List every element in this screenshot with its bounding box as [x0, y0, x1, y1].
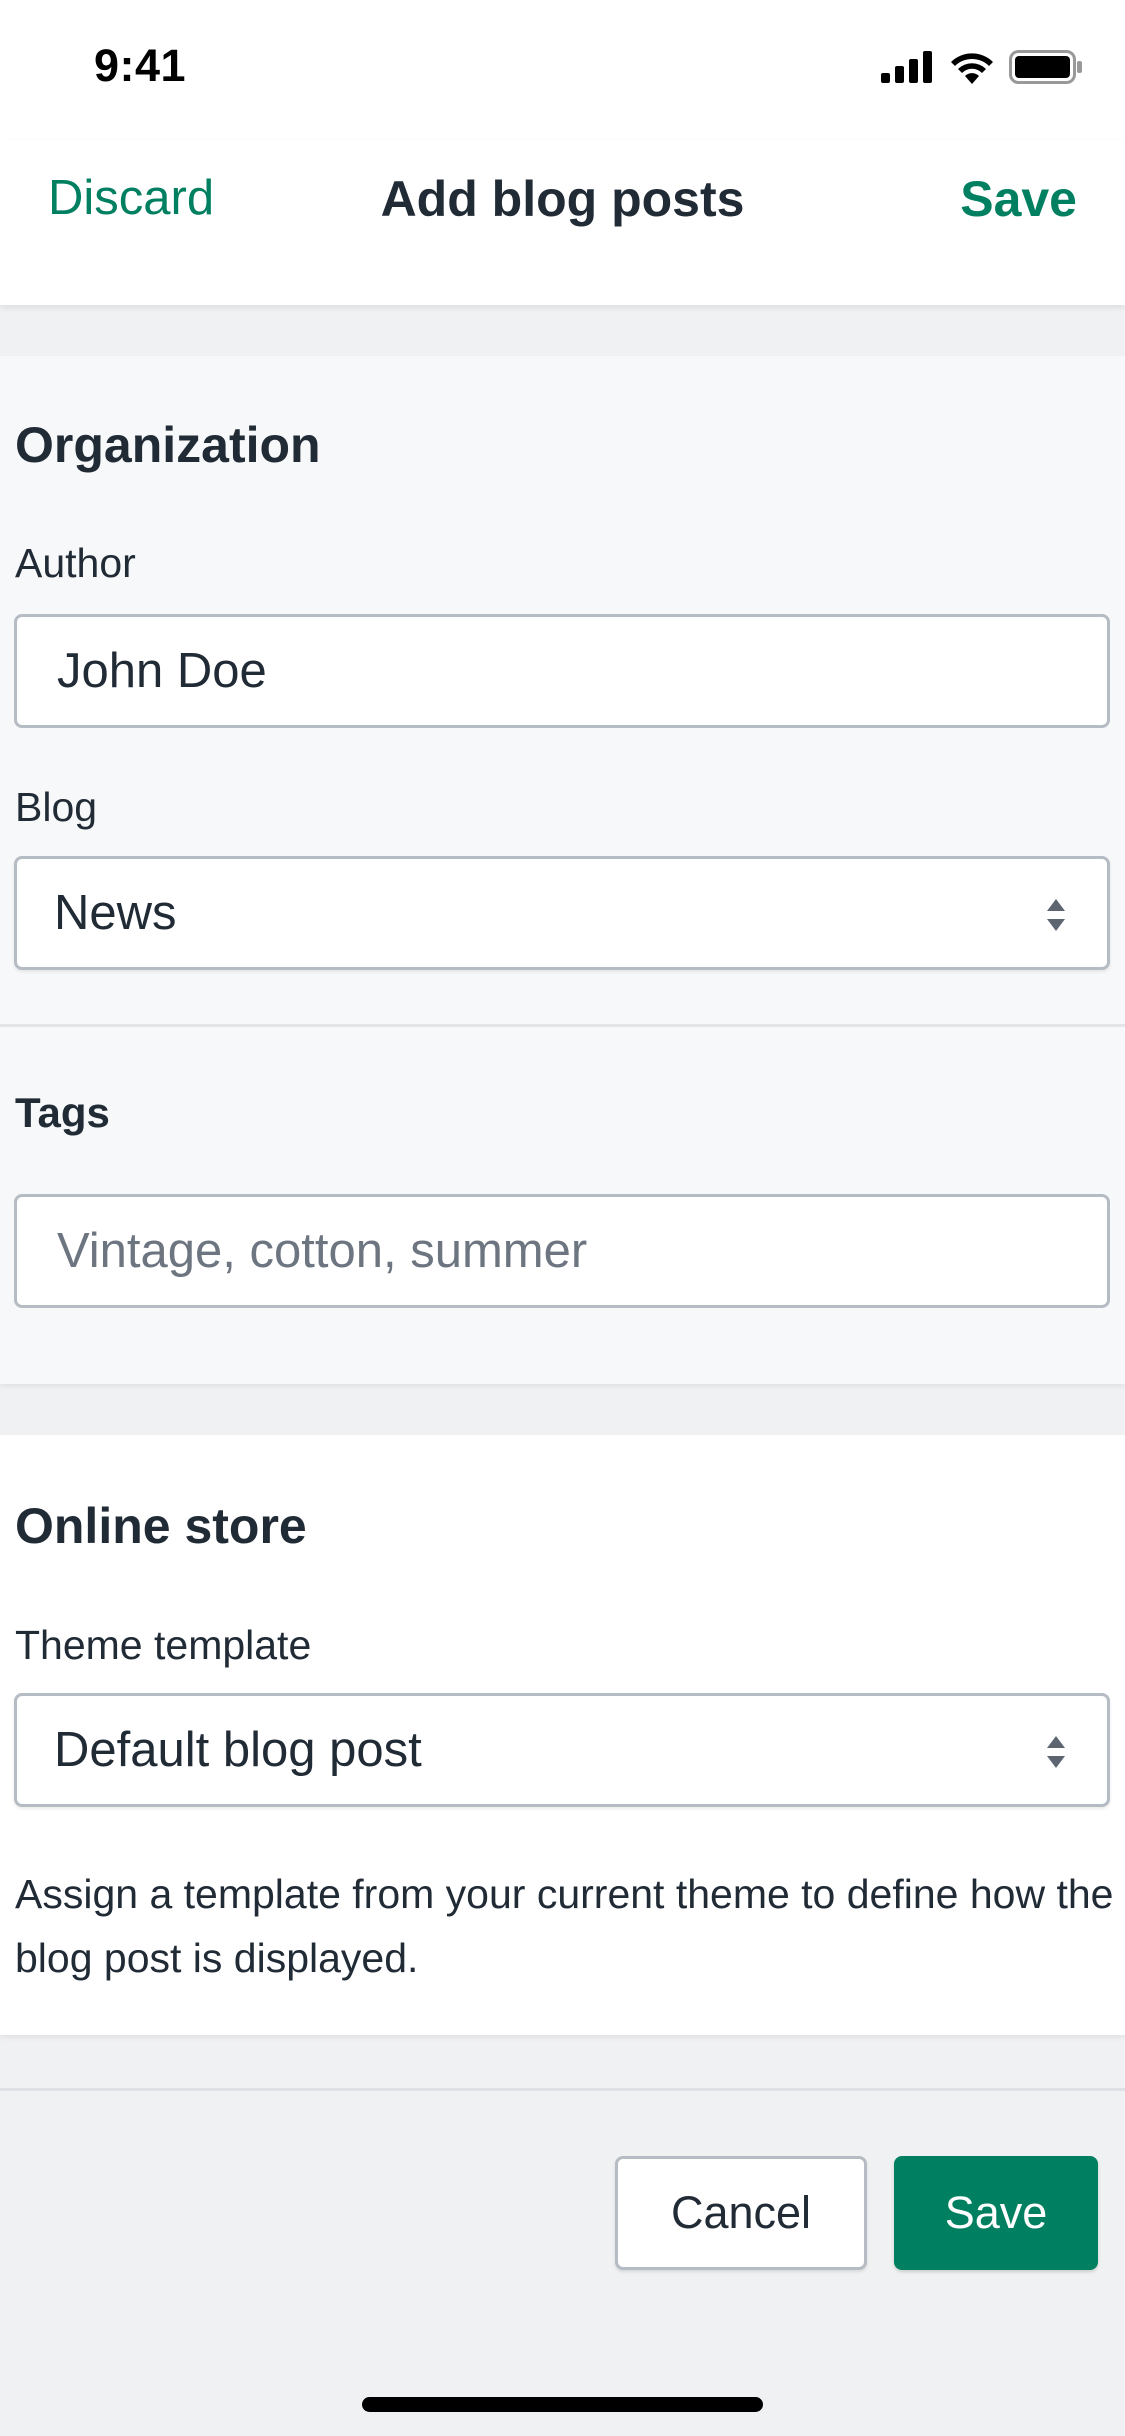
- theme-template-value: Default blog post: [54, 1723, 422, 1777]
- discard-button[interactable]: Discard: [48, 170, 214, 226]
- save-button[interactable]: Save: [894, 2156, 1098, 2270]
- navigation-bar: Add blog posts Discard Save: [0, 140, 1125, 305]
- theme-template-label: Theme template: [15, 1622, 312, 1668]
- tags-title: Tags: [15, 1089, 110, 1136]
- cancel-button[interactable]: Cancel: [615, 2156, 867, 2270]
- organization-card: Organization Author John Doe Blog News: [0, 356, 1125, 1024]
- status-time: 9:41: [94, 40, 187, 91]
- author-label: Author: [15, 540, 136, 586]
- select-arrows-icon: [1047, 1736, 1065, 1768]
- home-indicator[interactable]: [362, 2397, 763, 2412]
- tags-input[interactable]: Vintage, cotton, summer: [14, 1194, 1110, 1308]
- organization-title: Organization: [15, 417, 321, 473]
- select-arrows-icon: [1047, 899, 1065, 931]
- author-field[interactable]: John Doe: [14, 614, 1110, 728]
- battery-icon: [1009, 50, 1082, 84]
- theme-template-select[interactable]: Default blog post: [14, 1693, 1110, 1807]
- wifi-icon: [951, 53, 993, 84]
- blog-select[interactable]: News: [14, 856, 1110, 970]
- screen: 9:41 Add blog posts Discard Save Organiz…: [0, 0, 1125, 2436]
- status-bar: 9:41: [0, 0, 1125, 140]
- blog-label: Blog: [15, 784, 98, 830]
- blog-select-value: News: [54, 886, 177, 940]
- nav-save-button[interactable]: Save: [960, 170, 1077, 228]
- footer-divider: [0, 2088, 1125, 2091]
- status-icons: [881, 50, 1083, 84]
- online-store-title: Online store: [15, 1498, 307, 1554]
- tags-card: Tags Vintage, cotton, summer: [0, 1024, 1125, 1384]
- theme-template-help-text: Assign a template from your current them…: [15, 1871, 1114, 1981]
- signal-icon: [881, 51, 932, 83]
